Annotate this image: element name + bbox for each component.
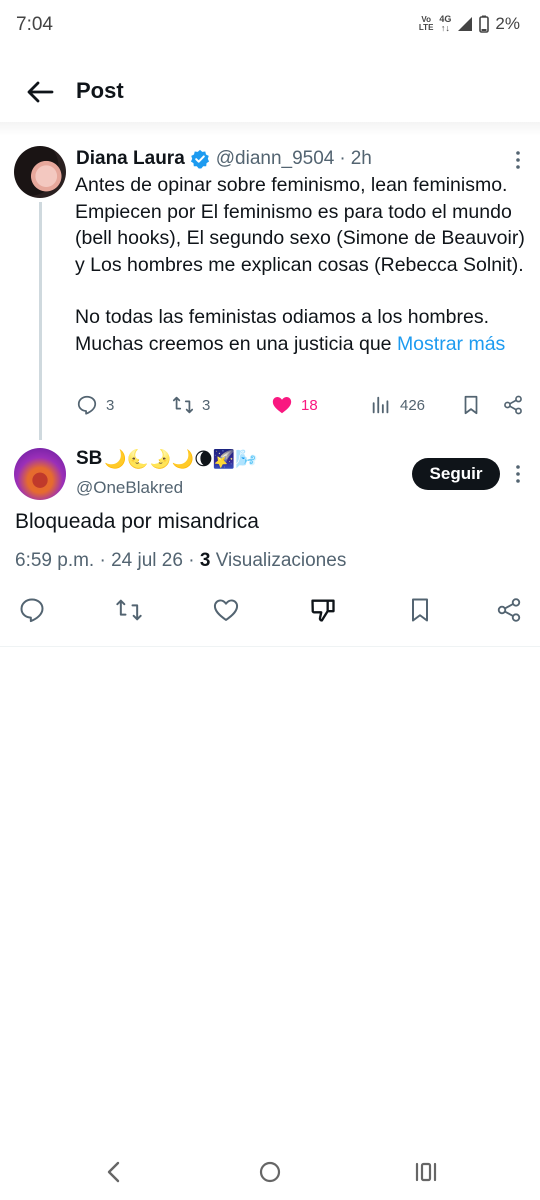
- bookmark-icon: [412, 598, 428, 622]
- status-time: 7:04: [16, 14, 53, 35]
- more-options-icon[interactable]: [514, 464, 522, 484]
- retweet-icon: [172, 396, 194, 414]
- name-emojis: 🌙🌜🌛🌙🌘🌠🌬️: [104, 448, 258, 469]
- network-indicator: 4G ↑↓: [439, 14, 452, 33]
- volte-indicator: Vo LTE: [418, 15, 434, 32]
- divider: [0, 646, 540, 647]
- reply-icon: [77, 395, 97, 415]
- battery-percent: 2%: [495, 14, 520, 33]
- separator-dot: ·: [339, 148, 346, 169]
- nav-recents-button[interactable]: [412, 1158, 440, 1186]
- analytics-icon: [372, 396, 389, 414]
- retweet-button[interactable]: [115, 596, 145, 626]
- like-button[interactable]: [212, 596, 242, 626]
- reply-icon: [20, 598, 44, 623]
- system-nav-bar: [0, 1146, 540, 1196]
- reply-actions: [0, 596, 540, 628]
- reply-button[interactable]: [18, 596, 48, 626]
- retweet-count: 3: [202, 396, 211, 414]
- reply-count: 3: [106, 396, 115, 414]
- reply-text: Bloqueada por misandrica: [15, 510, 259, 533]
- nav-home-button[interactable]: [256, 1158, 284, 1186]
- bookmark-icon: [464, 395, 478, 415]
- arrow-left-icon: [27, 81, 54, 103]
- chevron-left-icon: [107, 1161, 120, 1183]
- tweet-time: 6:59 p.m.: [15, 550, 95, 571]
- share-icon: [497, 598, 521, 622]
- heart-icon: [213, 599, 239, 621]
- heart-filled-icon: [272, 397, 292, 414]
- tweet-actions: 3 3 18 426: [0, 394, 540, 422]
- author-name[interactable]: Diana Laura: [76, 148, 185, 170]
- battery-icon: [479, 15, 490, 33]
- author-name[interactable]: SB: [76, 448, 102, 470]
- like-count: 18: [301, 396, 318, 414]
- views-button[interactable]: 426: [370, 394, 425, 416]
- signal-icon: [458, 17, 473, 31]
- post-header: Post: [0, 62, 540, 122]
- avatar[interactable]: [14, 146, 66, 198]
- share-icon: [504, 395, 522, 415]
- tweet-meta: 6:59 p.m. · 24 jul 26 · 3 Visualizacione…: [15, 550, 347, 571]
- follow-button[interactable]: Seguir: [412, 458, 500, 490]
- like-button[interactable]: 18: [271, 394, 318, 416]
- back-button[interactable]: [24, 78, 56, 106]
- recents-icon: [415, 1162, 437, 1182]
- show-more-link[interactable]: Mostrar más: [397, 333, 505, 355]
- view-count: 3: [199, 550, 211, 571]
- bookmark-button[interactable]: [460, 394, 482, 416]
- more-options-icon[interactable]: [514, 150, 522, 170]
- retweet-icon: [116, 599, 142, 621]
- status-bar: 7:04 Vo LTE 4G ↑↓ 2%: [0, 0, 540, 52]
- author-handle[interactable]: @OneBlakred: [76, 478, 183, 498]
- view-count: 426: [400, 396, 426, 414]
- tweet-time: 2h: [350, 148, 372, 169]
- tweet-text: Antes de opinar sobre feminismo, lean fe…: [75, 172, 531, 357]
- page-title: Post: [76, 78, 124, 103]
- reply-button[interactable]: 3: [76, 394, 114, 416]
- reply-author-row: SB 🌙🌜🌛🌙🌘🌠🌬️: [76, 448, 258, 470]
- home-circle-icon: [259, 1161, 281, 1183]
- bookmark-button[interactable]: [406, 596, 436, 626]
- tweet-paragraph-2: No todas las feministas odiamos a los ho…: [75, 306, 506, 355]
- tweet-date: 24 jul 26: [111, 550, 183, 571]
- avatar[interactable]: [14, 448, 66, 500]
- header-divider: [0, 122, 540, 136]
- author-handle[interactable]: @diann_9504: [216, 148, 335, 170]
- nav-back-button[interactable]: [100, 1158, 128, 1186]
- tweet-paragraph-1: Antes de opinar sobre feminismo, lean fe…: [75, 174, 525, 276]
- retweet-button[interactable]: 3: [172, 394, 210, 416]
- thumbs-down-icon: [311, 599, 335, 622]
- share-button[interactable]: [502, 394, 524, 416]
- views-label: Visualizaciones: [215, 550, 347, 571]
- status-icons: Vo LTE 4G ↑↓ 2%: [419, 14, 520, 34]
- tweet-author-row: Diana Laura @diann_9504 · 2h: [76, 146, 372, 172]
- verified-badge-icon: [190, 149, 209, 169]
- share-button[interactable]: [495, 596, 525, 626]
- downvote-button[interactable]: [309, 596, 339, 626]
